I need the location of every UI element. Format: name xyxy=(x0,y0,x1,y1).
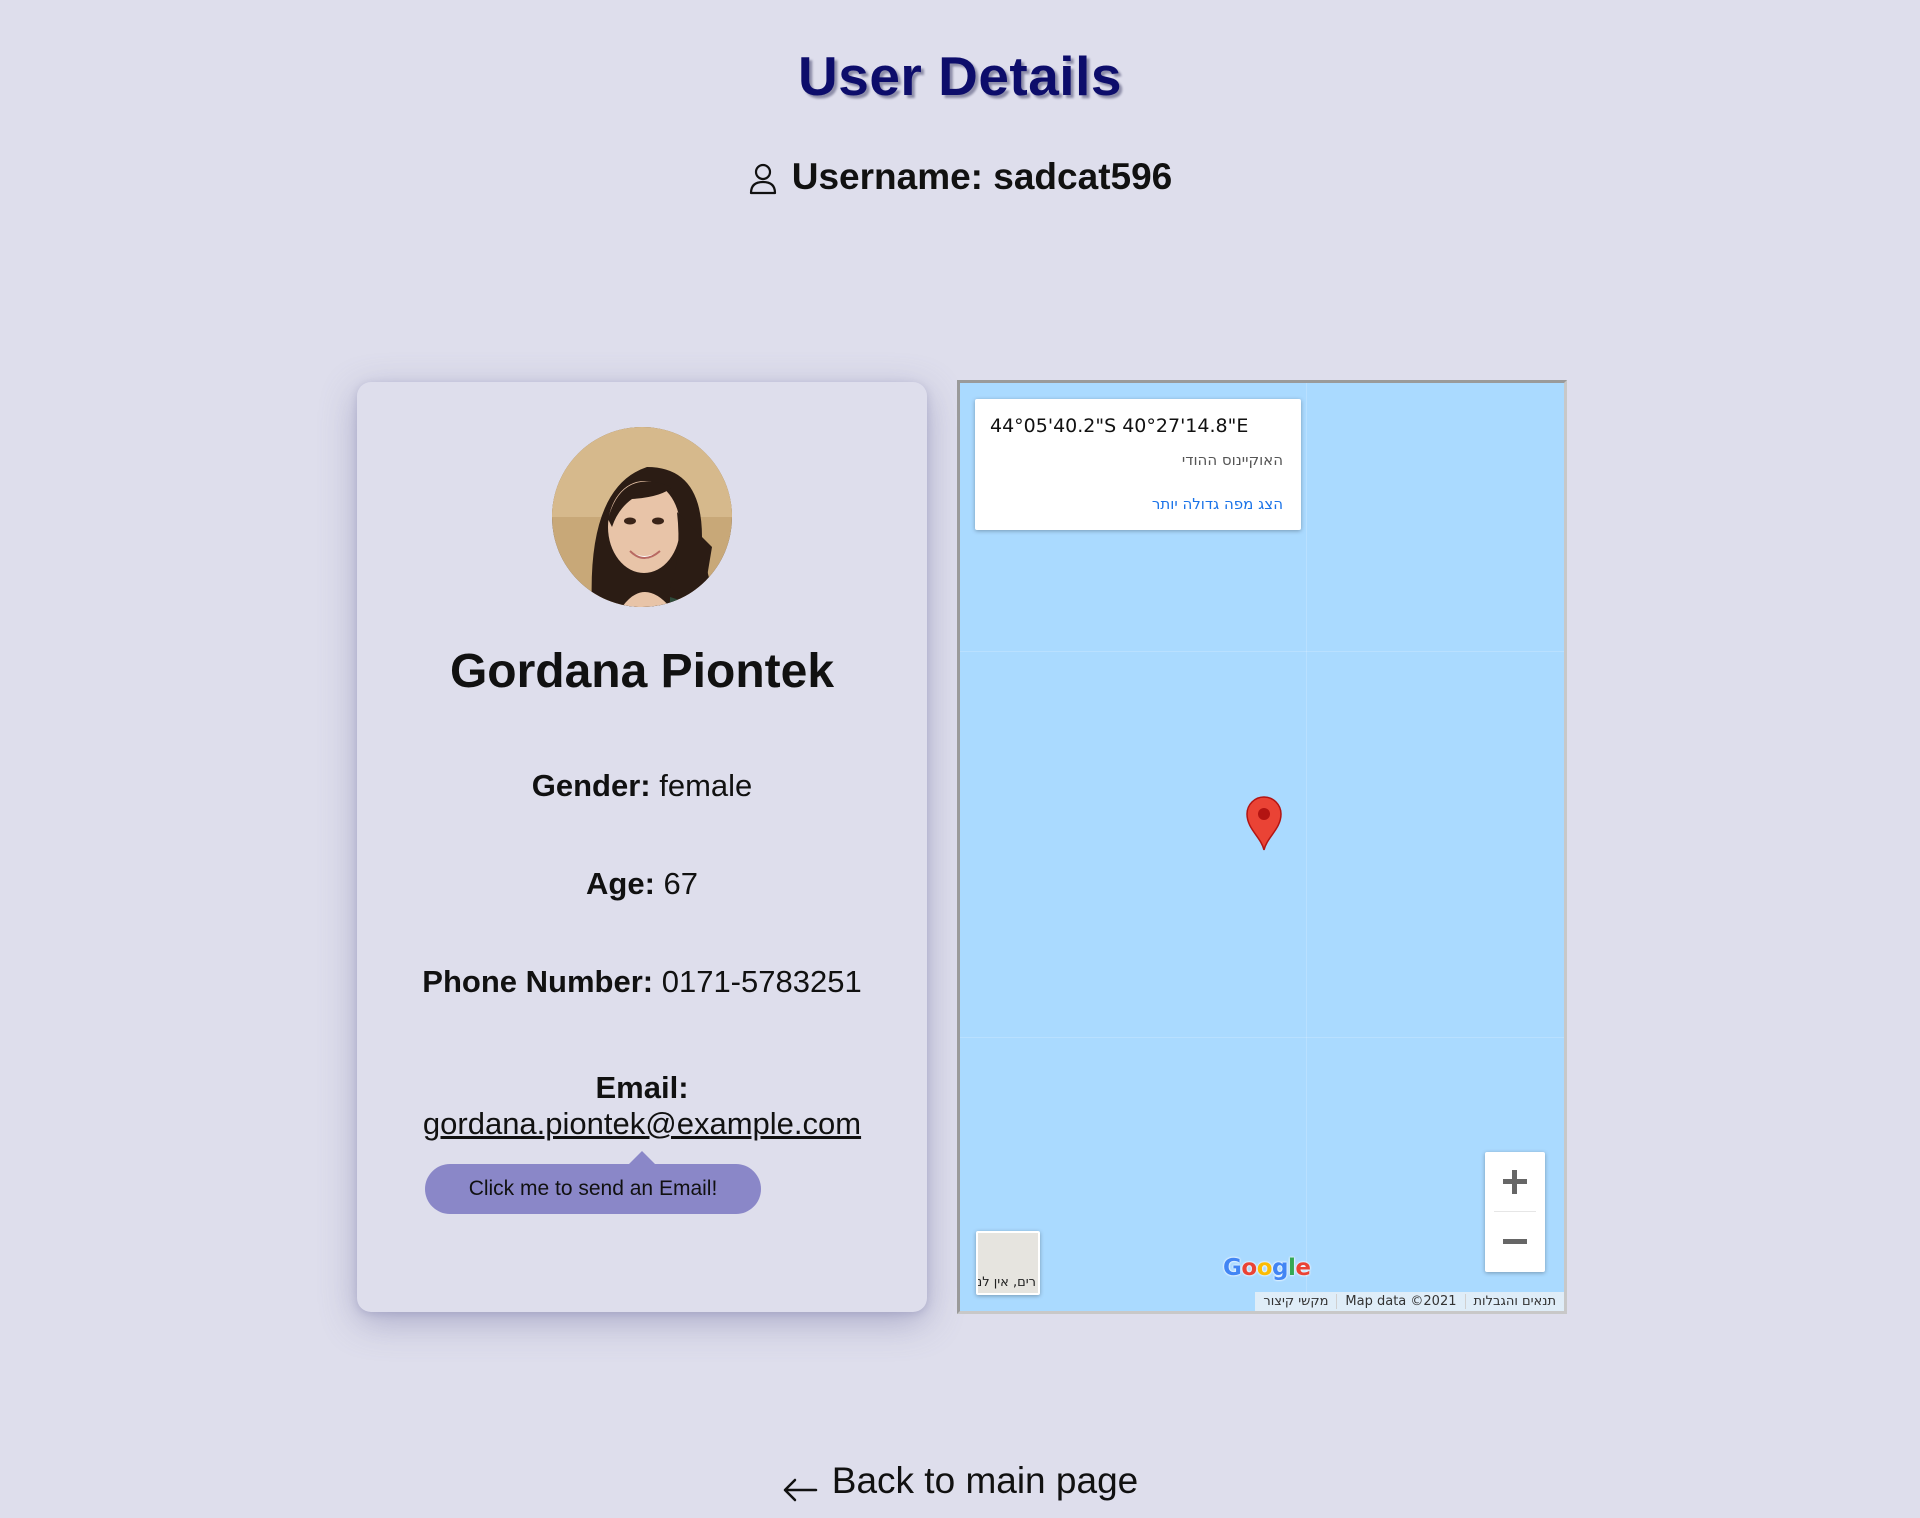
tooltip-arrow xyxy=(628,1151,656,1165)
plus-icon xyxy=(1485,1152,1545,1212)
view-larger-map-link[interactable]: הצג מפה גדולה יותר xyxy=(1152,495,1283,513)
user-card: Gordana Piontek Gender: female Age: 67 P… xyxy=(357,382,927,1312)
gender-field: Gender: female xyxy=(357,768,927,804)
gender-value: female xyxy=(659,768,753,803)
map-info-box: 44°05'40.2"S 40°27'14.8"E האוקיינוס ההוד… xyxy=(975,399,1301,530)
back-link-label: Back to main page xyxy=(831,1460,1139,1501)
email-link[interactable]: gordana.piontek@example.com xyxy=(423,1106,861,1141)
username-text: Username: sadcat596 xyxy=(791,156,1173,197)
email-label: Email: xyxy=(595,1070,689,1105)
user-icon xyxy=(748,162,778,195)
map-grid-line xyxy=(960,1037,1564,1038)
minus-icon xyxy=(1485,1212,1545,1272)
map[interactable]: 44°05'40.2"S 40°27'14.8"E האוקיינוס ההוד… xyxy=(957,380,1567,1314)
age-field: Age: 67 xyxy=(357,866,927,902)
map-type-label: רים, אין לנ xyxy=(976,1275,1036,1290)
map-data-text: Map data ©2021 xyxy=(1336,1294,1464,1309)
map-coordinates: 44°05'40.2"S 40°27'14.8"E xyxy=(990,415,1249,437)
map-grid-line xyxy=(1306,383,1307,1311)
phone-value: 0171-5783251 xyxy=(661,964,862,999)
terms-link[interactable]: תנאים והגבלות xyxy=(1464,1294,1565,1309)
zoom-control xyxy=(1485,1152,1545,1272)
google-logo: Google xyxy=(1223,1255,1311,1281)
email-link-row: gordana.piontek@example.com xyxy=(357,1106,927,1142)
keyboard-shortcuts-link[interactable]: מקשי קיצור xyxy=(1255,1294,1336,1309)
zoom-out-button[interactable] xyxy=(1485,1212,1545,1272)
email-tooltip: Click me to send an Email! xyxy=(425,1164,761,1214)
map-attribution: מקשי קיצור Map data ©2021 תנאים והגבלות xyxy=(1255,1292,1564,1311)
arrow-left-icon xyxy=(782,1469,818,1502)
email-field: Email: xyxy=(357,1070,927,1106)
zoom-in-button[interactable] xyxy=(1485,1152,1545,1212)
avatar xyxy=(552,427,732,607)
map-marker-icon[interactable] xyxy=(1243,793,1285,851)
age-label: Age: xyxy=(586,866,655,901)
username-row: Username: sadcat596 xyxy=(0,156,1920,198)
gender-label: Gender: xyxy=(531,768,651,803)
page-title: User Details xyxy=(798,45,1122,107)
back-to-main-link[interactable]: Back to main page xyxy=(0,1460,1920,1502)
map-type-toggle[interactable]: רים, אין לנ xyxy=(976,1231,1040,1295)
age-value: 67 xyxy=(663,866,698,901)
map-grid-line xyxy=(960,651,1564,652)
phone-field: Phone Number: 0171-5783251 xyxy=(357,964,927,1000)
full-name: Gordana Piontek xyxy=(449,645,835,698)
map-place-name: האוקיינוס ההודי xyxy=(1181,451,1283,469)
phone-label: Phone Number: xyxy=(422,964,654,999)
